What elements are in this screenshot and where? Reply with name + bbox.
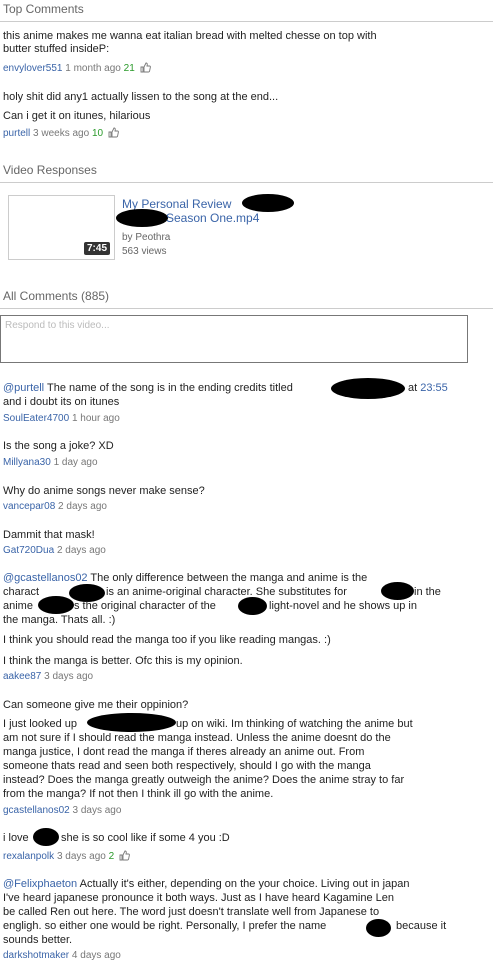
comment-time: 1 day ago [53, 457, 98, 468]
comment-text: this anime makes me wanna eat italian br… [3, 30, 377, 42]
video-author: by Peothra [122, 232, 171, 243]
redaction [238, 597, 267, 615]
redaction [242, 194, 294, 212]
comment-text: holy shit did any1 actually lissen to th… [3, 91, 279, 103]
comment-author-link[interactable]: envylover551 [3, 63, 62, 74]
divider [0, 21, 493, 22]
comment-author-link[interactable]: darkshotmaker [3, 950, 69, 961]
comment-time: 1 hour ago [71, 413, 120, 424]
comment-text: @gcastellanos02 The only difference betw… [3, 572, 368, 584]
comment-meta: vancepar08 2 days ago [3, 501, 107, 513]
comment-text: light-novel and he shows up in [269, 600, 417, 612]
comment-text: be called Ren out here. The word just do… [3, 906, 380, 918]
comment-text: am not sure if I should read the manga i… [3, 732, 391, 744]
comment-text: instead? Does the manga greatly outweigh… [3, 774, 405, 786]
comment-author-link[interactable]: SoulEater4700 [3, 413, 69, 424]
respond-placeholder: Respond to this video... [5, 320, 110, 331]
comment-meta: SoulEater4700 1 hour ago [3, 413, 120, 425]
divider [0, 308, 493, 309]
thumbs-up-icon[interactable] [140, 62, 151, 77]
comment-text: charact [3, 586, 40, 598]
redaction [116, 209, 168, 227]
mention-link[interactable]: @Felixphaeton [3, 878, 77, 890]
like-count: 21 [123, 63, 135, 74]
comment-author-link[interactable]: purtell [3, 128, 30, 139]
video-thumbnail[interactable]: 7:45 [8, 195, 115, 260]
comment-text: I think the manga is better. Ofc this is… [3, 655, 243, 667]
comment-text: engligh. so either one would be right. P… [3, 920, 327, 932]
redaction [33, 828, 59, 846]
comment-author-link[interactable]: Millyana30 [3, 457, 51, 468]
comment-time: 4 days ago [71, 950, 121, 961]
comment-text: @purtell The name of the song is in the … [3, 382, 293, 394]
comment-time: 3 weeks ago [33, 128, 90, 139]
comment-text: butter stuffed insideP: [3, 43, 110, 55]
thumbs-up-icon[interactable] [119, 850, 130, 865]
like-count: 10 [91, 128, 104, 139]
comment-time: 2 days ago [56, 545, 106, 556]
comment-meta: rexalanpolk 3 days ago 2 [3, 850, 130, 865]
comment-author-link[interactable]: vancepar08 [3, 501, 55, 512]
comment-text: is an anime-original character. She subs… [106, 586, 347, 598]
comment-meta: aakee87 3 days ago [3, 671, 93, 683]
comment-text: and i doubt its on itunes [3, 396, 120, 408]
comment-meta: Millyana30 1 day ago [3, 457, 98, 469]
video-duration: 7:45 [83, 242, 110, 255]
comment-text: i love [3, 832, 29, 844]
comment-text: Dammit that mask! [3, 529, 95, 541]
comment-text: she is so cool like if some 4 you :D [61, 832, 230, 844]
top-comments-header: Top Comments [3, 2, 84, 16]
comment-text: anime [3, 600, 33, 612]
all-comments-header: All Comments (885) [3, 289, 110, 303]
comment-meta: darkshotmaker 4 days ago [3, 950, 121, 962]
redaction [366, 919, 391, 937]
comment-time: 1 month ago [65, 63, 121, 74]
comment-text: @Felixphaeton Actually it's either, depe… [3, 878, 410, 890]
comment-meta: envylover551 1 month ago 21 [3, 62, 151, 77]
comment-text: sounds better. [3, 934, 73, 946]
comment-time: 3 days ago [72, 805, 122, 816]
comment-author-link[interactable]: rexalanpolk [3, 851, 54, 862]
comment-time: 2 days ago [58, 501, 107, 512]
comment-text: I've heard japanese pronounce it both wa… [3, 892, 395, 904]
comment-text: from the manga? If not then I think ill … [3, 788, 274, 800]
video-views: 563 views [122, 246, 167, 257]
comment-text: up on wiki. Im thinking of watching the … [176, 718, 413, 730]
comment-text: Why do anime songs never make sense? [3, 485, 205, 497]
comment-text: I just looked up [3, 718, 77, 730]
thumbs-up-icon[interactable] [108, 127, 119, 142]
comment-text: Can someone give me their oppinion? [3, 699, 189, 711]
comment-text: the manga. Thats all. :) [3, 614, 116, 626]
comment-author-link[interactable]: gcastellanos02 [3, 805, 70, 816]
mention-link[interactable]: @purtell [3, 382, 44, 394]
respond-textarea[interactable]: Respond to this video... [0, 315, 468, 363]
like-count: 2 [108, 851, 115, 862]
comment-text: manga justice, I dont read the manga if … [3, 746, 365, 758]
comment-text: s the original character of the [74, 600, 216, 612]
comment-meta: gcastellanos02 3 days ago [3, 805, 121, 817]
comment-text: I think you should read the manga too if… [3, 634, 331, 646]
video-responses-header: Video Responses [3, 163, 97, 177]
video-title-line2: Season One.mp4 [166, 211, 260, 225]
divider [0, 182, 493, 183]
comment-text: Can i get it on itunes, hilarious [3, 110, 151, 122]
comment-text: someone thats read and seen both respect… [3, 760, 371, 772]
mention-link[interactable]: @gcastellanos02 [3, 572, 88, 584]
comment-time: 3 days ago [44, 671, 94, 682]
comment-text: at 23:55 [408, 382, 448, 394]
timecode-link[interactable]: 23:55 [420, 382, 448, 394]
comment-text: Is the song a joke? XD [3, 440, 114, 452]
redaction [331, 378, 405, 399]
comment-author-link[interactable]: Gat720Dua [3, 545, 54, 556]
comment-text: because it [396, 920, 447, 932]
redaction [87, 713, 176, 732]
redaction [38, 596, 74, 614]
comment-meta: Gat720Dua 2 days ago [3, 545, 106, 557]
video-title-link[interactable]: Season One.mp4 [166, 212, 259, 225]
comment-text: in the [414, 586, 441, 598]
comment-meta: purtell 3 weeks ago 10 [3, 127, 119, 142]
comment-author-link[interactable]: aakee87 [3, 671, 41, 682]
comment-time: 3 days ago [56, 851, 106, 862]
redaction [381, 582, 414, 600]
